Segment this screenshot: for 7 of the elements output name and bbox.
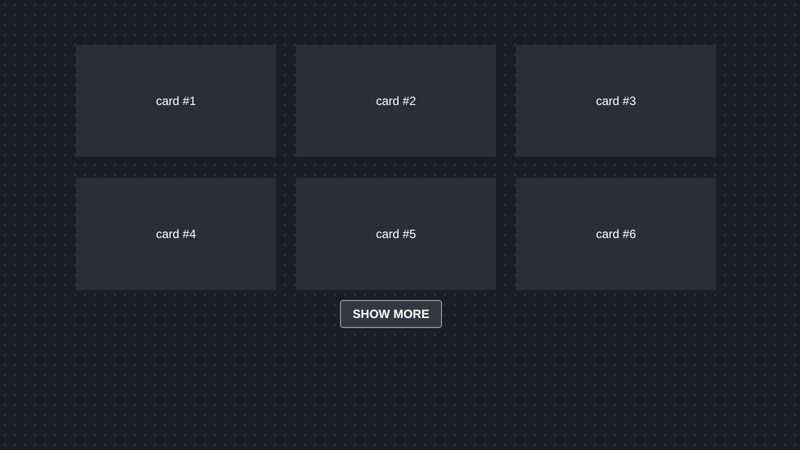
card-label: card #3 [596, 93, 636, 110]
card-label: card #4 [156, 226, 196, 243]
card-label: card #1 [156, 93, 196, 110]
show-more-button[interactable]: SHOW MORE [340, 300, 442, 328]
card-label: card #6 [596, 226, 636, 243]
card-label: card #2 [376, 93, 416, 110]
card-label: card #5 [376, 226, 416, 243]
